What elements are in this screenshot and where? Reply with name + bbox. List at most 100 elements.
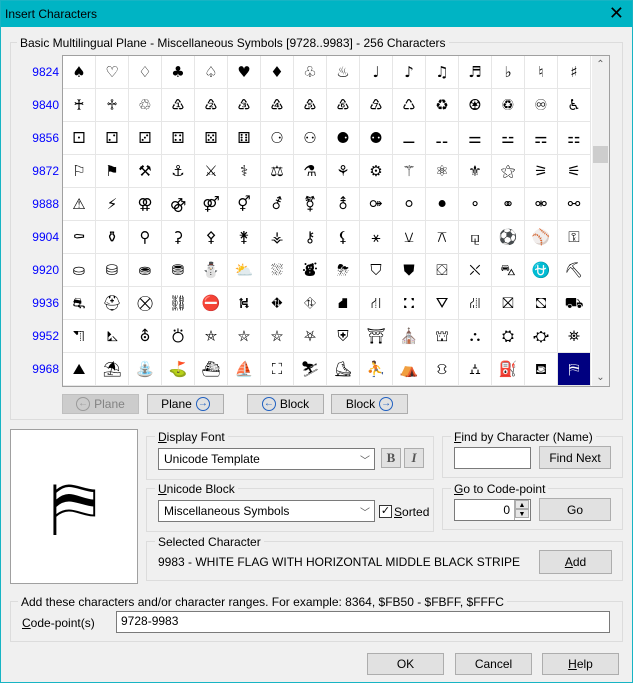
character-cell[interactable]: ⛒ [129, 287, 162, 320]
character-cell[interactable]: ♵ [228, 89, 261, 122]
character-cell[interactable]: ♡ [96, 56, 129, 89]
character-cell[interactable]: ⚦ [261, 188, 294, 221]
character-cell[interactable]: ⚂ [129, 122, 162, 155]
character-cell[interactable]: ⛚ [393, 287, 426, 320]
character-cell[interactable]: ⛺ [393, 353, 426, 386]
character-cell[interactable]: ♯ [558, 56, 591, 89]
character-cell[interactable]: ⛢ [129, 320, 162, 353]
character-cell[interactable]: ♴ [195, 89, 228, 122]
character-cell[interactable]: ⚅ [228, 122, 261, 155]
character-cell[interactable]: ⛄ [195, 254, 228, 287]
character-cell[interactable]: ⚑ [96, 155, 129, 188]
character-cell[interactable]: ⛸ [327, 353, 360, 386]
character-cell[interactable]: ⛭ [492, 320, 525, 353]
character-cell[interactable]: ⚊ [393, 122, 426, 155]
character-cell[interactable]: ⛙ [360, 287, 393, 320]
codepoints-input[interactable]: 9728-9983 [116, 611, 610, 633]
spin-down-icon[interactable]: ▼ [515, 509, 529, 518]
character-cell[interactable]: ⛟ [558, 287, 591, 320]
character-cell[interactable]: ⚼ [459, 221, 492, 254]
character-cell[interactable]: ⚿ [558, 221, 591, 254]
character-cell[interactable]: ⚝ [492, 155, 525, 188]
bold-toggle[interactable]: B [381, 448, 401, 468]
character-cell[interactable]: ⚓ [162, 155, 195, 188]
character-cell[interactable]: ⚜ [459, 155, 492, 188]
character-cell[interactable]: ⚸ [327, 221, 360, 254]
character-cell[interactable]: ⛑ [96, 287, 129, 320]
character-cell[interactable]: ⛈ [327, 254, 360, 287]
character-cell[interactable]: ♸ [327, 89, 360, 122]
character-cell[interactable]: ⛝ [492, 287, 525, 320]
character-cell[interactable]: ♼ [459, 89, 492, 122]
character-grid[interactable]: ♠ ♡ ♢ ♣ ♤ ♥ ♦ ♧ ♨ ♩ ♪ ♫ ♬ ♭ ♮ ♯ ♰ ♱ ♲ ♳ ♴ ♵ ♶ ♷ ♸ ♹ ♺ ♻ ♼ ♽ ♾ ♿ ⚀ ⚁ ⚂ ⚃ ⚄ ⚅ ⚆ ⚇… [62, 55, 610, 387]
next-block-button[interactable]: Block → [331, 394, 408, 414]
character-cell[interactable]: ⚱ [96, 221, 129, 254]
character-cell[interactable]: ♻ [426, 89, 459, 122]
character-cell[interactable]: ⛃ [162, 254, 195, 287]
character-cell[interactable]: ♮ [525, 56, 558, 89]
character-cell[interactable]: ♺ [393, 89, 426, 122]
character-cell[interactable]: ♶ [261, 89, 294, 122]
character-cell[interactable]: ⛯ [558, 320, 591, 353]
character-cell[interactable]: ⛘ [327, 287, 360, 320]
add-button[interactable]: Add [539, 550, 612, 574]
character-cell[interactable]: ♤ [195, 56, 228, 89]
character-cell[interactable]: ♿ [558, 89, 591, 122]
character-cell[interactable]: ♩ [360, 56, 393, 89]
character-cell[interactable]: ⛶ [261, 353, 294, 386]
character-cell[interactable]: ⛇ [294, 254, 327, 287]
character-cell[interactable]: ⛆ [261, 254, 294, 287]
character-cell[interactable]: ♥ [228, 56, 261, 89]
character-cell[interactable]: ⚾ [525, 221, 558, 254]
character-cell[interactable]: ♬ [459, 56, 492, 89]
character-cell[interactable]: ⚋ [426, 122, 459, 155]
help-button[interactable]: Help [542, 653, 619, 675]
character-cell[interactable]: ⚍ [492, 122, 525, 155]
character-cell[interactable]: ⛬ [459, 320, 492, 353]
character-cell[interactable]: ⛤ [195, 320, 228, 353]
character-cell[interactable]: ⛅ [228, 254, 261, 287]
character-cell[interactable]: ⛎ [525, 254, 558, 287]
character-cell[interactable]: ⚴ [195, 221, 228, 254]
character-cell[interactable]: ♰ [63, 89, 96, 122]
italic-toggle[interactable]: I [404, 448, 424, 468]
character-cell[interactable]: ⛋ [426, 254, 459, 287]
character-cell[interactable]: ⛾ [525, 353, 558, 386]
character-cell[interactable]: ⛦ [261, 320, 294, 353]
find-next-button[interactable]: Find Next [539, 446, 611, 469]
character-cell[interactable]: ⚈ [327, 122, 360, 155]
character-cell[interactable]: ⚹ [360, 221, 393, 254]
grid-scrollbar[interactable]: ⌃ ⌄ [592, 56, 609, 386]
character-cell[interactable]: ⛻ [426, 353, 459, 386]
character-cell[interactable]: ⚏ [558, 122, 591, 155]
character-cell[interactable]: ⛐ [63, 287, 96, 320]
character-cell[interactable]: ⛵ [228, 353, 261, 386]
character-cell[interactable]: ⛡ [96, 320, 129, 353]
character-cell[interactable]: ⚐ [63, 155, 96, 188]
character-cell[interactable]: ⚲ [129, 221, 162, 254]
scroll-thumb[interactable] [593, 146, 608, 163]
character-cell[interactable]: ⛪ [393, 320, 426, 353]
goto-spinner[interactable]: ▲ ▼ [514, 500, 529, 520]
character-cell[interactable]: ⚭ [492, 188, 525, 221]
display-font-select[interactable]: Unicode Template ﹀ [158, 448, 375, 470]
character-cell[interactable]: ♭ [492, 56, 525, 89]
character-cell[interactable]: ⛼ [459, 353, 492, 386]
previous-plane-button[interactable]: ← Plane [62, 394, 139, 414]
sorted-checkbox[interactable]: ✓ [379, 505, 392, 518]
character-cell[interactable]: ⛍ [492, 254, 525, 287]
character-cell[interactable]: ♷ [294, 89, 327, 122]
character-cell[interactable]: ⚒ [129, 155, 162, 188]
character-cell[interactable]: ⛽ [492, 353, 525, 386]
character-cell[interactable]: ⛹ [360, 353, 393, 386]
character-cell[interactable]: ♢ [129, 56, 162, 89]
character-cell[interactable]: ⛩ [360, 320, 393, 353]
character-cell[interactable]: ⚧ [294, 188, 327, 221]
character-cell[interactable]: ⛞ [525, 287, 558, 320]
character-cell[interactable]: ⚘ [327, 155, 360, 188]
character-cell[interactable]: ⛌ [459, 254, 492, 287]
scroll-down-icon[interactable]: ⌄ [592, 369, 609, 386]
character-cell[interactable]: ♫ [426, 56, 459, 89]
character-cell[interactable]: ⛫ [426, 320, 459, 353]
character-cell[interactable]: ⚽ [492, 221, 525, 254]
